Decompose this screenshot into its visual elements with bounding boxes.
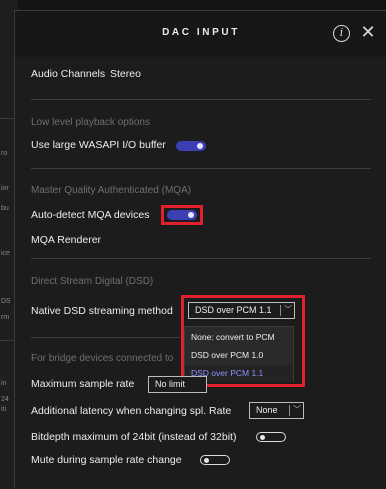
- mute-toggle[interactable]: [200, 455, 230, 465]
- audio-channels-value: Stereo: [110, 68, 141, 80]
- section-divider: [31, 258, 371, 259]
- bg-fragment: in: [1, 380, 7, 387]
- dialog-title: DAC INPUT: [162, 27, 240, 38]
- close-icon[interactable]: ✕: [358, 22, 378, 42]
- info-icon[interactable]: i: [333, 25, 350, 42]
- bg-fragment: bu: [1, 205, 9, 212]
- dsd-heading: Direct Stream Digital (DSD): [31, 276, 154, 287]
- bg-fragment: iti: [1, 406, 7, 413]
- mute-label: Mute during sample rate change: [31, 454, 182, 466]
- dsd-method-label: Native DSD streaming method: [31, 305, 173, 317]
- auto-detect-mqa-toggle[interactable]: [167, 210, 197, 220]
- chevron-down-icon: ﹀: [293, 405, 301, 414]
- bitdepth-label: Bitdepth maximum of 24bit (instead of 32…: [31, 431, 237, 443]
- bg-fragment: ice: [1, 250, 10, 257]
- low-level-heading: Low level playback options: [31, 117, 150, 128]
- auto-detect-mqa-label: Auto-detect MQA devices: [31, 209, 150, 221]
- bridge-heading: For bridge devices connected to: [31, 353, 174, 364]
- dialog-titlebar: DAC INPUT i ✕: [15, 11, 386, 57]
- mqa-heading: Master Quality Authenticated (MQA): [31, 185, 192, 196]
- select-divider: [289, 405, 290, 416]
- mqa-renderer-label[interactable]: MQA Renderer: [31, 234, 101, 246]
- max-rate-select[interactable]: No limit: [148, 376, 207, 393]
- latency-select[interactable]: None ﹀: [249, 402, 304, 419]
- large-buffer-toggle[interactable]: [176, 141, 206, 151]
- bg-fragment: ro: [1, 150, 8, 157]
- section-divider: [31, 168, 371, 169]
- audio-channels-label: Audio Channels: [31, 68, 106, 80]
- max-rate-value: No limit: [155, 379, 186, 389]
- section-divider: [31, 99, 371, 100]
- bg-fragment: ior: [1, 185, 9, 192]
- max-rate-label: Maximum sample rate: [31, 378, 135, 390]
- dac-input-dialog: DAC INPUT i ✕ Audio Channels Stereo Low …: [14, 10, 386, 489]
- highlight-box-dsd: [181, 295, 305, 387]
- bg-fragment: rm: [1, 314, 10, 321]
- bg-fragment: DS: [1, 298, 11, 305]
- latency-label: Additional latency when changing spl. Ra…: [31, 405, 232, 417]
- bg-fragment: 24: [1, 396, 9, 403]
- bitdepth-toggle[interactable]: [256, 432, 286, 442]
- latency-value: None: [256, 405, 278, 415]
- section-divider: [31, 337, 180, 338]
- large-buffer-label: Use large WASAPI I/O buffer: [31, 139, 166, 151]
